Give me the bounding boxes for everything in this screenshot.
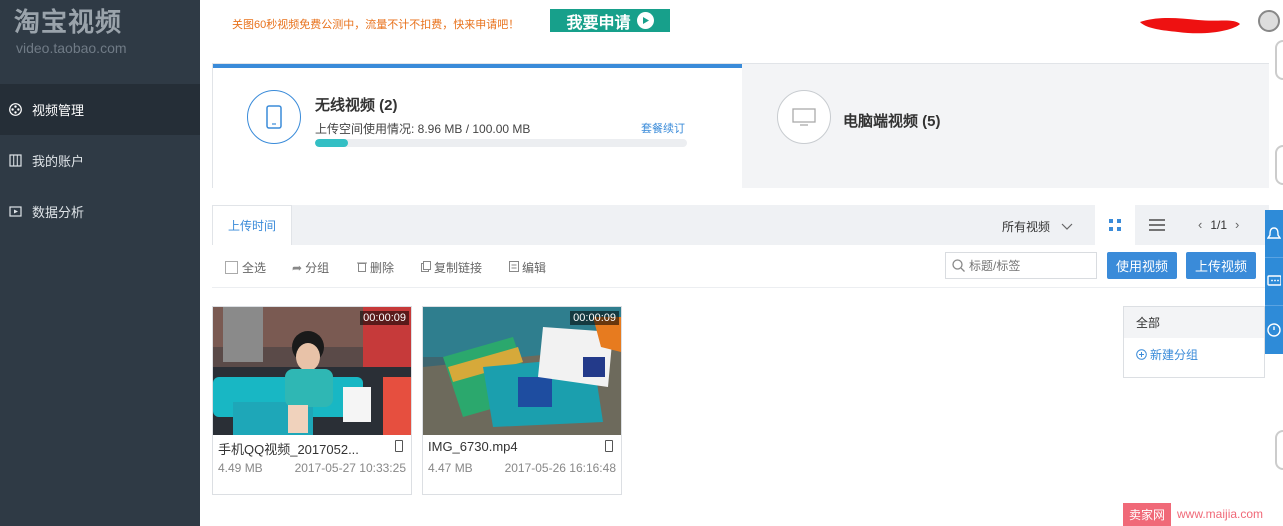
play-circle-icon [636,12,654,29]
apply-button[interactable]: 我要申请 [550,9,670,32]
storage-progress-fill [315,139,349,147]
trash-icon [357,261,367,275]
grid-view-icon [1109,219,1121,231]
watermark-logo: 卖家网 [1123,502,1172,526]
plus-circle-icon [1136,349,1147,360]
video-duration: 00:00:09 [360,311,409,325]
all-videos-dropdown[interactable]: 所有视频 [1002,218,1073,235]
film-reel-icon [8,103,22,117]
prev-page-icon[interactable]: ‹ [1190,217,1210,232]
video-size: 4.47 MB [428,461,473,475]
grid-view-button[interactable] [1095,205,1135,245]
sidebar-item-label: 数据分析 [32,205,85,220]
search-box[interactable] [945,252,1097,279]
all-videos-label: 所有视频 [1002,220,1051,234]
video-title: IMG_6730.mp4 [428,439,518,454]
video-title: 手机QQ视频_2017052... [218,442,359,457]
list-view-icon [1149,219,1165,231]
video-card[interactable]: 00:00:09 手机QQ视频_2017052... 4.49 MB 2017-… [212,306,412,495]
copy-link-label: 复制链接 [434,261,483,275]
chat-icon[interactable] [1265,258,1283,306]
mobile-device-icon [395,440,403,452]
edit-icon [509,260,519,275]
video-size: 4.49 MB [218,461,263,475]
video-thumbnail[interactable]: 00:00:09 [213,307,411,435]
new-group-button[interactable]: 新建分组 [1124,346,1264,363]
checkbox-icon [225,261,238,274]
play-box-icon [8,205,22,219]
edge-decoration [1275,145,1283,185]
watermark-url: www.maijia.com [1177,507,1264,521]
filter-bar: 上传时间 所有视频 ‹ 1/1 › [212,205,1269,245]
share-arrow-icon: ➦ [292,260,303,275]
upload-video-button[interactable]: 上传视频 [1186,252,1256,279]
site-watermark: 卖家网 www.maijia.com [1123,502,1264,526]
video-thumbnail[interactable]: 00:00:09 [423,307,621,435]
list-view-button[interactable] [1145,205,1169,245]
video-card[interactable]: 00:00:09 IMG_6730.mp4 4.47 MB 2017-05-26… [422,306,622,495]
new-group-label: 新建分组 [1150,348,1199,362]
storage-progress-bar [315,139,687,147]
delete-button[interactable]: 删除 [357,259,394,276]
clock-icon[interactable] [1265,306,1283,354]
search-input[interactable] [969,258,1089,273]
account-grid-icon [8,154,22,168]
avatar[interactable] [1258,10,1280,32]
group-panel: 全部 新建分组 [1123,306,1265,378]
video-date: 2017-05-26 16:16:48 [504,461,616,475]
logo-url: video.taobao.com [16,40,127,56]
video-type-tabs: 无线视频 (2) 上传空间使用情况: 8.96 MB / 100.00 MB 套… [212,63,1269,188]
monitor-icon [777,90,831,144]
search-icon [952,259,965,272]
edit-button[interactable]: 编辑 [509,259,546,276]
renew-plan-link[interactable]: 套餐续订 [641,120,685,136]
storage-usage-text: 上传空间使用情况: 8.96 MB / 100.00 MB [315,122,531,136]
sidebar-item-label: 我的账户 [32,154,85,169]
sidebar: 淘宝视频 video.taobao.com 视频管理 我的账户 数据分析 [0,0,200,526]
tab-upload-time[interactable]: 上传时间 [212,205,292,245]
mobile-device-icon [605,440,613,452]
logo[interactable]: 淘宝视频 video.taobao.com [14,6,127,56]
promo-notice: 关图60秒视频免费公测中，流量不计不扣费，快来申请吧！ [232,19,520,31]
sidebar-item-label: 视频管理 [32,103,85,118]
pagination: ‹ 1/1 › [1190,217,1247,232]
edge-decoration [1275,430,1283,470]
use-video-button[interactable]: 使用视频 [1107,252,1177,279]
sidebar-item-my-account[interactable]: 我的账户 [0,135,200,186]
floating-service-bar [1265,210,1283,354]
page-indicator: 1/1 [1210,217,1228,232]
apply-button-label: 我要申请 [566,14,631,32]
logo-text: 淘宝视频 [14,8,123,38]
select-all-checkbox[interactable]: 全选 [225,259,266,276]
sidebar-nav: 视频管理 我的账户 数据分析 [0,84,200,237]
select-all-label: 全选 [242,261,267,275]
video-date: 2017-05-27 10:33:25 [294,461,406,475]
sidebar-item-video-management[interactable]: 视频管理 [0,84,200,135]
mobile-phone-icon [247,90,301,144]
edge-decoration [1275,40,1283,80]
mobile-tab-title: 无线视频 (2) [315,97,398,114]
action-toolbar: 全选 ➦ 分组 删除 复制链接 编辑 使用视频 上传视频 [212,245,1269,288]
sidebar-item-data-analysis[interactable]: 数据分析 [0,186,200,237]
delete-label: 删除 [370,261,395,275]
edit-label: 编辑 [522,261,547,275]
tab-mobile-video[interactable]: 无线视频 (2) 上传空间使用情况: 8.96 MB / 100.00 MB 套… [213,64,742,188]
top-bar: 关图60秒视频免费公测中，流量不计不扣费，快来申请吧！ 我要申请 [200,0,1283,46]
tab-pc-video[interactable]: 电脑端视频 (5) [742,64,1269,188]
pc-tab-title: 电脑端视频 (5) [843,113,941,130]
group-all-item[interactable]: 全部 [1124,307,1264,338]
group-label: 分组 [305,261,330,275]
group-button[interactable]: ➦ 分组 [292,259,329,276]
redacted-username [1140,18,1240,34]
copy-link-button[interactable]: 复制链接 [421,259,482,276]
next-page-icon[interactable]: › [1227,217,1247,232]
bell-icon[interactable] [1265,210,1283,258]
chevron-down-icon [1061,223,1073,230]
copy-icon [421,260,431,275]
video-duration: 00:00:09 [570,311,619,325]
